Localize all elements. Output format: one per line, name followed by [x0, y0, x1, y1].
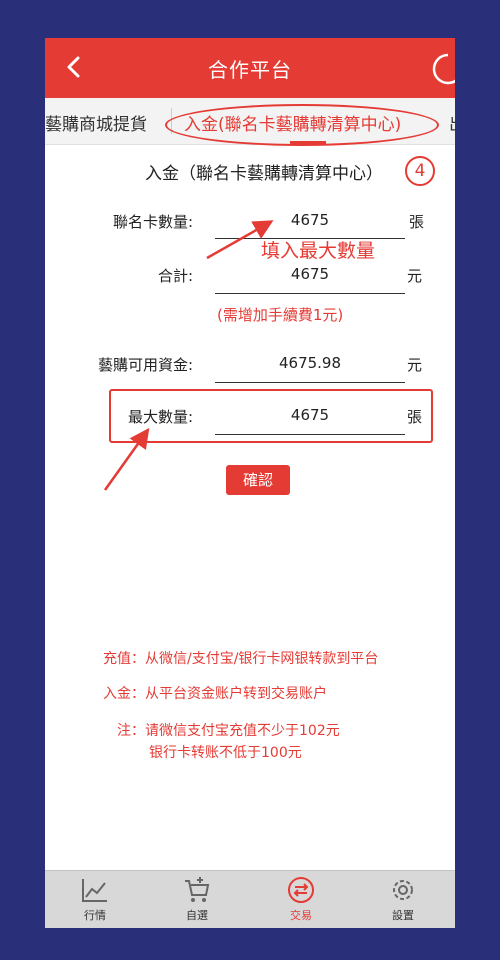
step-badge: 4: [405, 156, 435, 186]
fee-hint: (需增加手續費1元): [217, 306, 344, 324]
card-count-input[interactable]: 4675: [215, 211, 405, 229]
available-funds-unit: 元: [407, 356, 423, 374]
nav-item-watchlist[interactable]: 自選: [157, 875, 237, 923]
exchange-icon: [288, 877, 314, 903]
cart-add-icon: [185, 877, 210, 902]
nav-item-settings[interactable]: 設置: [363, 875, 443, 923]
note-line-1: 注：请微信支付宝充值不少于102元: [117, 723, 340, 739]
arrow-to-card-count: [206, 220, 274, 260]
note-recharge: 充值：从微信/支付宝/银行卡网银转款到平台: [103, 651, 379, 667]
max-quantity-value: 4675: [290, 406, 330, 424]
max-quantity-underline: [215, 434, 405, 435]
available-funds-underline: [215, 382, 405, 383]
app-header: 合作平台: [45, 38, 455, 98]
note-deposit: 入金：从平台资金账户转到交易账户: [103, 686, 327, 702]
section-title: 入金（聯名卡藝購轉清算中心）: [145, 164, 383, 184]
refresh-icon[interactable]: [431, 52, 455, 86]
tab-mall-pickup[interactable]: 藝購商城提貨: [45, 110, 147, 135]
gear-icon: [393, 880, 413, 900]
phone-screen: 合作平台 藝購商城提貨 入金(聯名卡藝購轉清算中心) 出 入金（聯名卡藝購轉清算…: [45, 38, 455, 928]
total-value: 4675: [290, 265, 330, 283]
tab-withdraw[interactable]: 出: [449, 110, 455, 135]
highlight-oval: [165, 104, 439, 146]
nav-label-market: 行情: [84, 909, 106, 922]
nav-label-watchlist: 自選: [186, 909, 208, 922]
card-count-label: 聯名卡數量:: [112, 213, 193, 231]
nav-label-trade: 交易: [290, 909, 312, 922]
max-quantity-unit: 張: [407, 408, 423, 426]
note-line-2: 银行卡转账不低于100元: [149, 745, 302, 761]
nav-item-market[interactable]: 行情: [55, 875, 135, 923]
available-funds-label: 藝購可用資金:: [97, 356, 193, 374]
total-unit: 元: [407, 267, 423, 285]
annotation-fill-max: 填入最大數量: [261, 240, 376, 262]
chart-icon: [82, 879, 107, 902]
available-funds-value: 4675.98: [278, 354, 342, 372]
total-label: 合計:: [157, 267, 193, 285]
nav-item-trade[interactable]: 交易: [261, 875, 341, 923]
card-count-unit: 張: [409, 213, 425, 231]
max-quantity-label: 最大數量:: [127, 408, 193, 426]
nav-label-settings: 設置: [392, 909, 414, 922]
bottom-nav: 行情 自選 交易 設置: [45, 870, 455, 928]
confirm-button[interactable]: 確認: [226, 465, 290, 495]
page-title: 合作平台: [208, 58, 292, 82]
total-underline: [215, 293, 405, 294]
